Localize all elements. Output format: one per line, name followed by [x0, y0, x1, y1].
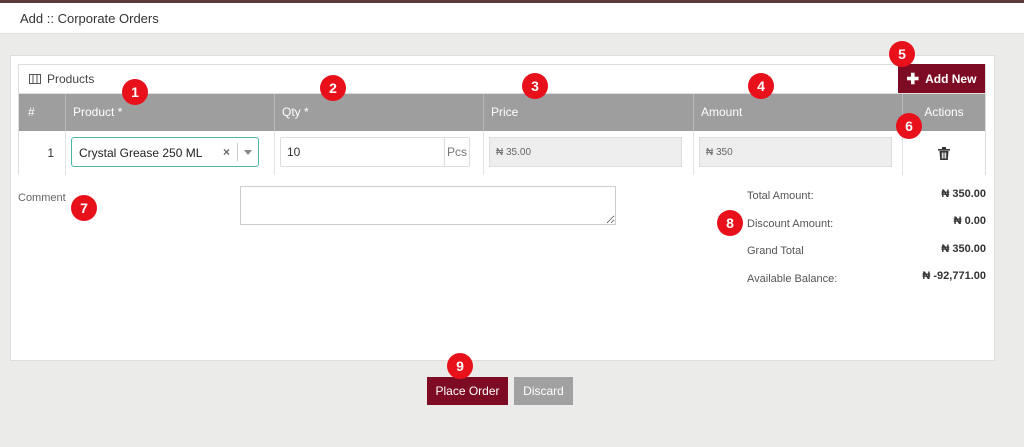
- actions-cell: [903, 131, 985, 175]
- products-section-label: Products: [47, 72, 95, 86]
- discount-amount-value: ₦ 0.00: [953, 215, 986, 227]
- step-marker-3: 3: [522, 73, 548, 99]
- column-header-product[interactable]: Product *: [66, 94, 275, 131]
- step-marker-6: 6: [896, 113, 922, 139]
- qty-input-group: Pcs: [280, 137, 470, 167]
- discount-amount-label: Discount Amount:: [747, 218, 834, 230]
- caret-down-icon[interactable]: [244, 150, 252, 155]
- price-cell: ₦ 35.00: [484, 131, 694, 175]
- place-order-button[interactable]: Place Order: [427, 377, 508, 405]
- add-new-button[interactable]: ✚ Add New: [898, 64, 985, 93]
- column-header-index: #: [19, 94, 66, 131]
- total-amount-label: Total Amount:: [747, 190, 814, 202]
- grand-total-label: Grand Total: [747, 245, 804, 257]
- step-marker-4: 4: [748, 73, 774, 99]
- product-select[interactable]: Crystal Grease 250 ML ×: [71, 137, 259, 167]
- amount-cell: ₦ 350: [694, 131, 903, 175]
- product-select-value: Crystal Grease 250 ML: [79, 146, 203, 160]
- page-title-bar: Add :: Corporate Orders: [0, 3, 1024, 34]
- available-balance-label: Available Balance:: [747, 273, 838, 285]
- step-marker-8: 8: [717, 210, 743, 236]
- column-header-amount[interactable]: Amount: [694, 94, 903, 131]
- total-amount-value: ₦ 350.00: [941, 188, 986, 200]
- add-new-label: Add New: [925, 71, 977, 86]
- step-marker-7: 7: [71, 195, 97, 221]
- columns-icon: [29, 74, 41, 84]
- step-marker-9: 9: [447, 353, 473, 379]
- qty-unit: Pcs: [444, 138, 469, 166]
- row-index: 1: [19, 131, 66, 175]
- table-row: 1 Crystal Grease 250 ML × Pcs ₦ 35.00 ₦ …: [19, 131, 985, 175]
- step-marker-5: 5: [889, 41, 915, 67]
- products-section-header: Products: [18, 64, 986, 93]
- column-header-qty[interactable]: Qty *: [275, 94, 484, 131]
- product-cell: Crystal Grease 250 ML ×: [66, 131, 275, 175]
- clear-icon[interactable]: ×: [223, 145, 230, 159]
- trash-icon[interactable]: [938, 147, 950, 160]
- column-header-price[interactable]: Price: [484, 94, 694, 131]
- comment-textarea[interactable]: [240, 186, 616, 225]
- price-field: ₦ 35.00: [489, 137, 682, 167]
- step-marker-2: 2: [320, 75, 346, 101]
- page-title: Add :: Corporate Orders: [20, 11, 159, 26]
- comment-label: Comment: [18, 192, 66, 204]
- amount-field: ₦ 350: [699, 137, 892, 167]
- step-marker-1: 1: [122, 79, 148, 105]
- discard-button[interactable]: Discard: [514, 377, 573, 405]
- plus-icon: ✚: [906, 70, 920, 88]
- qty-cell: Pcs: [275, 131, 484, 175]
- qty-input[interactable]: [281, 138, 443, 166]
- table-header: # Product * Qty * Price Amount Actions: [19, 94, 985, 131]
- products-table: # Product * Qty * Price Amount Actions 1…: [18, 93, 986, 175]
- grand-total-value: ₦ 350.00: [941, 243, 986, 255]
- available-balance-value: ₦ -92,771.00: [922, 270, 986, 282]
- select-divider: [237, 143, 238, 161]
